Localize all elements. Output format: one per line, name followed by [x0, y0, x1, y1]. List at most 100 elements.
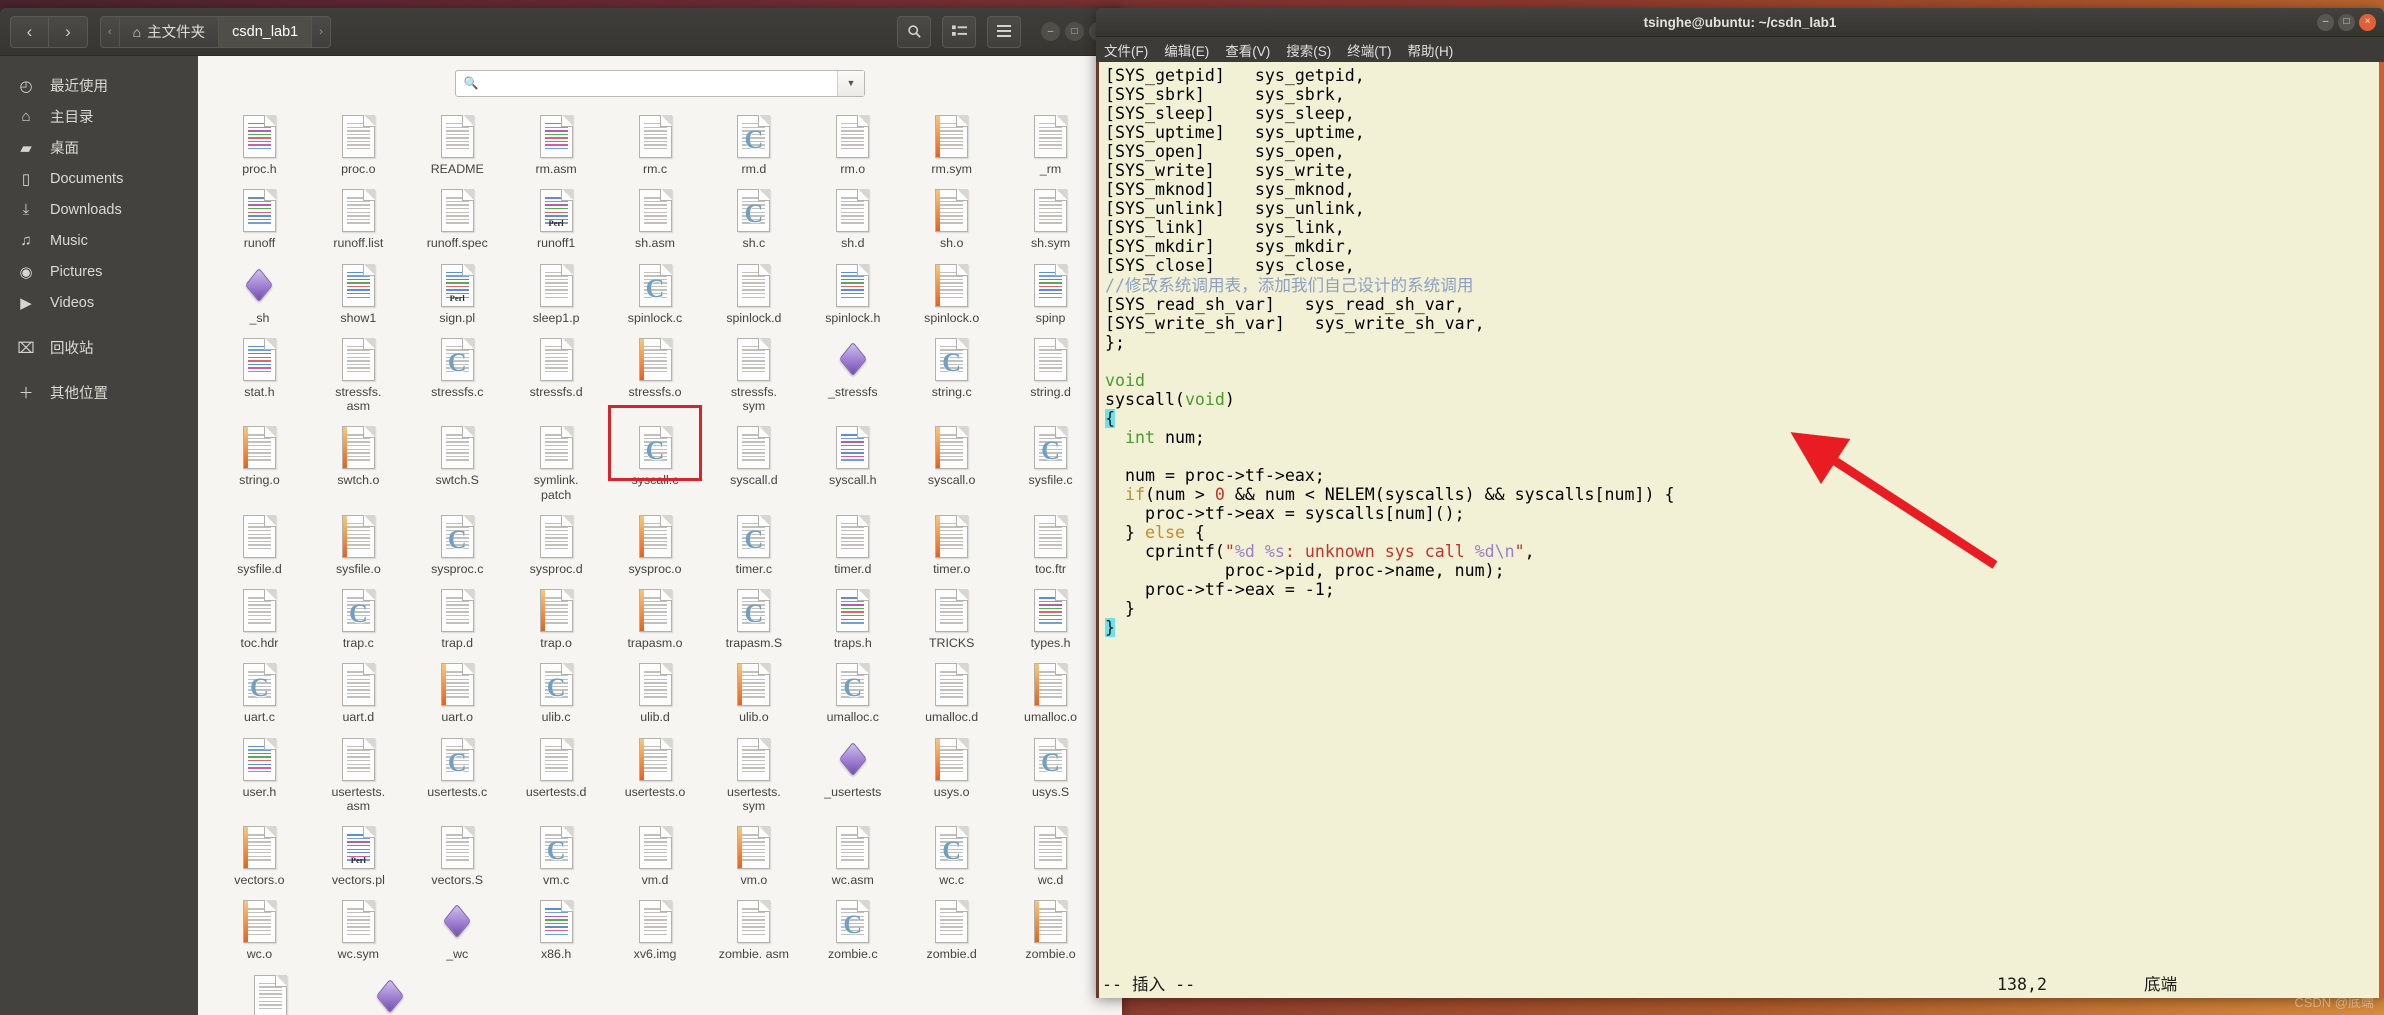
file-item[interactable]: usys.o [916, 725, 987, 814]
file-item[interactable]: spinlock.d [718, 251, 789, 325]
file-item[interactable]: trap.o [521, 576, 592, 650]
file-item[interactable]: TRICKS [916, 576, 987, 650]
file-item[interactable]: vectors.o [224, 813, 295, 887]
sidebar-item-6[interactable]: ◉ Pictures [0, 256, 198, 287]
file-item[interactable]: Csysfile.c [1015, 413, 1086, 502]
file-item[interactable]: sysproc.d [521, 502, 592, 576]
file-item[interactable]: umalloc.d [916, 650, 987, 724]
terminal-scrollbar[interactable] [2379, 62, 2384, 998]
terminal-menu-item-5[interactable]: 帮助(H) [1408, 40, 1454, 60]
file-item[interactable]: sh.sym [1015, 176, 1086, 250]
file-item[interactable]: rm.c [620, 102, 691, 176]
file-item[interactable]: usertests. sym [718, 725, 789, 814]
file-item[interactable]: wc.o [224, 887, 295, 961]
terminal-menu-item-4[interactable]: 终端(T) [1347, 40, 1391, 60]
file-item[interactable]: uart.d [323, 650, 394, 724]
file-item[interactable]: Cumalloc.c [817, 650, 888, 724]
sidebar-item-7[interactable]: ▶ Videos [0, 287, 198, 318]
file-item[interactable]: Csysproc.c [422, 502, 493, 576]
search-field-wrapper[interactable]: 🔍 ▼ [455, 69, 865, 97]
file-item[interactable]: README [422, 102, 493, 176]
file-item[interactable]: Ctimer.c [718, 502, 789, 576]
file-item[interactable]: toc.hdr [224, 576, 295, 650]
file-item[interactable]: show1 [323, 251, 394, 325]
file-item[interactable]: zombie. asm [718, 887, 789, 961]
search-input[interactable] [486, 75, 837, 91]
file-item[interactable]: rm.sym [916, 102, 987, 176]
file-item[interactable]: Cspinlock.c [620, 251, 691, 325]
file-item[interactable]: Cstressfs.c [422, 325, 493, 414]
file-item[interactable]: syscall.o [916, 413, 987, 502]
file-item[interactable]: trap.d [422, 576, 493, 650]
file-item[interactable]: runoff.spec [422, 176, 493, 250]
file-grid[interactable]: proc.h proc.o README rm.asm rm.c Crm.d rm.o rm.… [198, 102, 1122, 1015]
file-item[interactable]: runoff [224, 176, 295, 250]
file-item[interactable]: zombie [344, 962, 436, 1015]
file-item[interactable]: spinlock.o [916, 251, 987, 325]
file-item[interactable]: stressfs. sym [718, 325, 789, 414]
file-item[interactable]: timer.o [916, 502, 987, 576]
file-item[interactable]: sh.o [916, 176, 987, 250]
breadcrumb-scroll-right[interactable]: › [312, 17, 330, 47]
file-item[interactable]: vm.d [620, 813, 691, 887]
file-item[interactable]: Csyscall.c [607, 405, 703, 502]
file-item[interactable]: string.o [224, 413, 295, 502]
file-item[interactable]: spinlock.h [817, 251, 888, 325]
terminal-menu-item-3[interactable]: 搜索(S) [1286, 40, 1331, 60]
file-item[interactable]: stat.h [224, 325, 295, 414]
file-item[interactable]: proc.h [224, 102, 295, 176]
terminal-menu-item-2[interactable]: 查看(V) [1225, 40, 1270, 60]
file-item[interactable]: _rm [1015, 102, 1086, 176]
forward-button[interactable]: › [49, 16, 87, 47]
file-item[interactable]: rm.asm [521, 102, 592, 176]
sidebar-item-4[interactable]: ⤓ Downloads [0, 194, 198, 225]
file-item[interactable]: Perl runoff1 [521, 176, 592, 250]
file-item[interactable]: ulib.d [620, 650, 691, 724]
file-item[interactable]: usertests.o [620, 725, 691, 814]
file-item[interactable]: swtch.o [323, 413, 394, 502]
sidebar-item-1[interactable]: ⌂ 主目录 [0, 101, 198, 132]
file-item[interactable]: xv6.img [620, 887, 691, 961]
file-item[interactable]: syscall.h [817, 413, 888, 502]
file-item[interactable]: Ctrap.c [323, 576, 394, 650]
file-item[interactable]: runoff.list [323, 176, 394, 250]
file-item[interactable]: string.d [1015, 325, 1086, 414]
file-item[interactable]: Perl vectors.pl [323, 813, 394, 887]
file-item[interactable]: proc.o [323, 102, 394, 176]
maximize-button[interactable]: □ [1065, 22, 1084, 41]
file-item[interactable]: wc.sym [323, 887, 394, 961]
back-button[interactable]: ‹ [11, 16, 49, 47]
sidebar-item-5[interactable]: ♫ Music [0, 225, 198, 256]
file-item[interactable]: symlink. patch [521, 413, 592, 502]
file-item[interactable]: Cuart.c [224, 650, 295, 724]
file-item[interactable]: vectors.S [422, 813, 493, 887]
file-item[interactable]: stressfs. asm [323, 325, 394, 414]
terminal-maximize-button[interactable]: □ [2338, 13, 2355, 31]
file-item[interactable]: zombie.o [1015, 887, 1086, 961]
file-item[interactable]: _wc [422, 887, 493, 961]
file-item[interactable]: sysfile.o [323, 502, 394, 576]
file-item[interactable]: sh.d [817, 176, 888, 250]
terminal-screen[interactable]: [SYS_getpid] sys_getpid, [SYS_sbrk] sys_s… [1096, 62, 2384, 998]
file-item[interactable]: _stressfs [817, 325, 888, 414]
file-item[interactable]: umalloc.o [1015, 650, 1086, 724]
file-item[interactable]: swtch.S [422, 413, 493, 502]
breadcrumb-item-home[interactable]: ⌂ 主文件夹 [120, 16, 220, 47]
terminal-close-button[interactable]: × [2359, 13, 2376, 31]
file-item[interactable]: uart.o [422, 650, 493, 724]
file-item[interactable]: _usertests [817, 725, 888, 814]
breadcrumb-item-current[interactable]: csdn_lab1 [219, 16, 313, 47]
file-item[interactable]: Crm.d [718, 102, 789, 176]
file-item[interactable]: Cusys.S [1015, 725, 1086, 814]
file-item[interactable]: ulib.o [718, 650, 789, 724]
file-item[interactable]: Ctrapasm.S [718, 576, 789, 650]
file-item[interactable]: timer.d [817, 502, 888, 576]
file-item[interactable]: usertests. asm [323, 725, 394, 814]
file-item[interactable]: usertests.d [521, 725, 592, 814]
file-item[interactable]: _sh [224, 251, 295, 325]
sidebar-item-2[interactable]: ▰ 桌面 [0, 132, 198, 163]
file-item[interactable]: toc.ftr [1015, 502, 1086, 576]
file-item[interactable]: stressfs.d [521, 325, 592, 414]
file-item[interactable]: rm.o [817, 102, 888, 176]
file-item[interactable]: Cwc.c [916, 813, 987, 887]
